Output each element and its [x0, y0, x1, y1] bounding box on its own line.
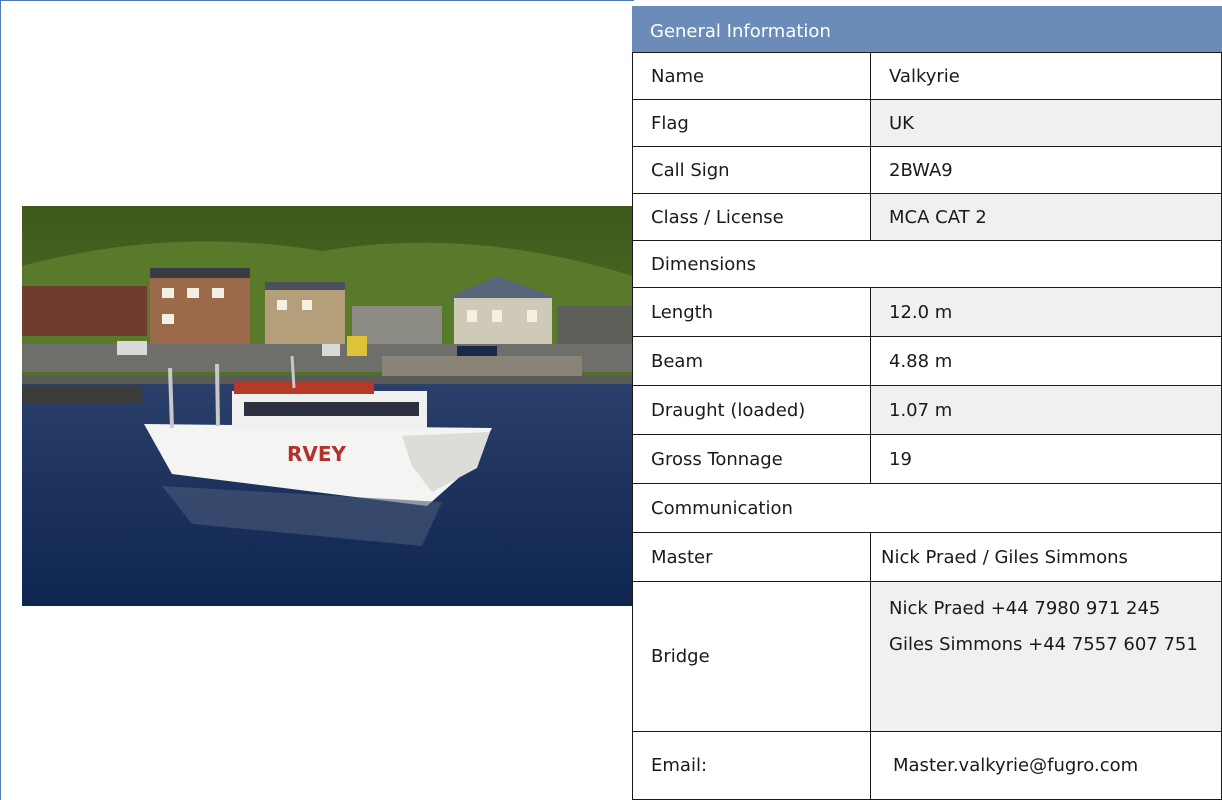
dimensions-title: Dimensions [632, 240, 1222, 288]
value-call-sign: 2BWA9 [870, 146, 1222, 194]
table-row-class-license: Class / License MCA CAT 2 [632, 193, 1222, 241]
label-call-sign: Call Sign [632, 146, 871, 194]
label-draught: Draught (loaded) [632, 385, 871, 435]
label-class-license: Class / License [632, 193, 871, 241]
hull-lettering: RVEY [287, 442, 347, 466]
bridge-contact-2: Giles Simmons +44 7557 607 751 [889, 634, 1198, 655]
value-bridge: Nick Praed +44 7980 971 245 Giles Simmon… [870, 581, 1222, 732]
frame-top-border [0, 0, 634, 1]
table-row-call-sign: Call Sign 2BWA9 [632, 146, 1222, 194]
communication-title: Communication [632, 483, 1222, 533]
value-beam: 4.88 m [870, 336, 1222, 386]
label-master: Master [632, 532, 871, 582]
bridge-contact-1: Nick Praed +44 7980 971 245 [889, 598, 1161, 619]
table-row-email: Email: Master.valkyrie@fugro.com [632, 731, 1222, 800]
label-length: Length [632, 287, 871, 337]
value-gross-tonnage: 19 [870, 434, 1222, 484]
value-name: Valkyrie [870, 52, 1222, 100]
vessel-photo: RVEY [22, 206, 633, 606]
harbour-boat-image: RVEY [22, 206, 633, 606]
table-row-gross-tonnage: Gross Tonnage 19 [632, 434, 1222, 484]
label-flag: Flag [632, 99, 871, 147]
communication-section-row: Communication [632, 483, 1222, 533]
label-bridge: Bridge [632, 581, 871, 732]
table-row-beam: Beam 4.88 m [632, 336, 1222, 386]
table-row-master: Master Nick Praed / Giles Simmons [632, 532, 1222, 582]
label-beam: Beam [632, 336, 871, 386]
label-name: Name [632, 52, 871, 100]
value-class-license: MCA CAT 2 [870, 193, 1222, 241]
email-link[interactable]: Master.valkyrie@fugro.com [870, 731, 1222, 800]
label-email: Email: [632, 731, 871, 800]
value-flag: UK [870, 99, 1222, 147]
table-row-length: Length 12.0 m [632, 287, 1222, 337]
label-gross-tonnage: Gross Tonnage [632, 434, 871, 484]
table-row-bridge: Bridge Nick Praed +44 7980 971 245 Giles… [632, 581, 1222, 732]
frame-left-border [0, 0, 1, 800]
dimensions-section-row: Dimensions [632, 240, 1222, 288]
value-length: 12.0 m [870, 287, 1222, 337]
table-row-draught: Draught (loaded) 1.07 m [632, 385, 1222, 435]
value-draught: 1.07 m [870, 385, 1222, 435]
value-master: Nick Praed / Giles Simmons [870, 532, 1222, 582]
table-row-flag: Flag UK [632, 99, 1222, 147]
general-information-title: General Information [650, 21, 831, 42]
table-row-name: Name Valkyrie [632, 52, 1222, 100]
general-information-header: General Information [632, 6, 1222, 52]
